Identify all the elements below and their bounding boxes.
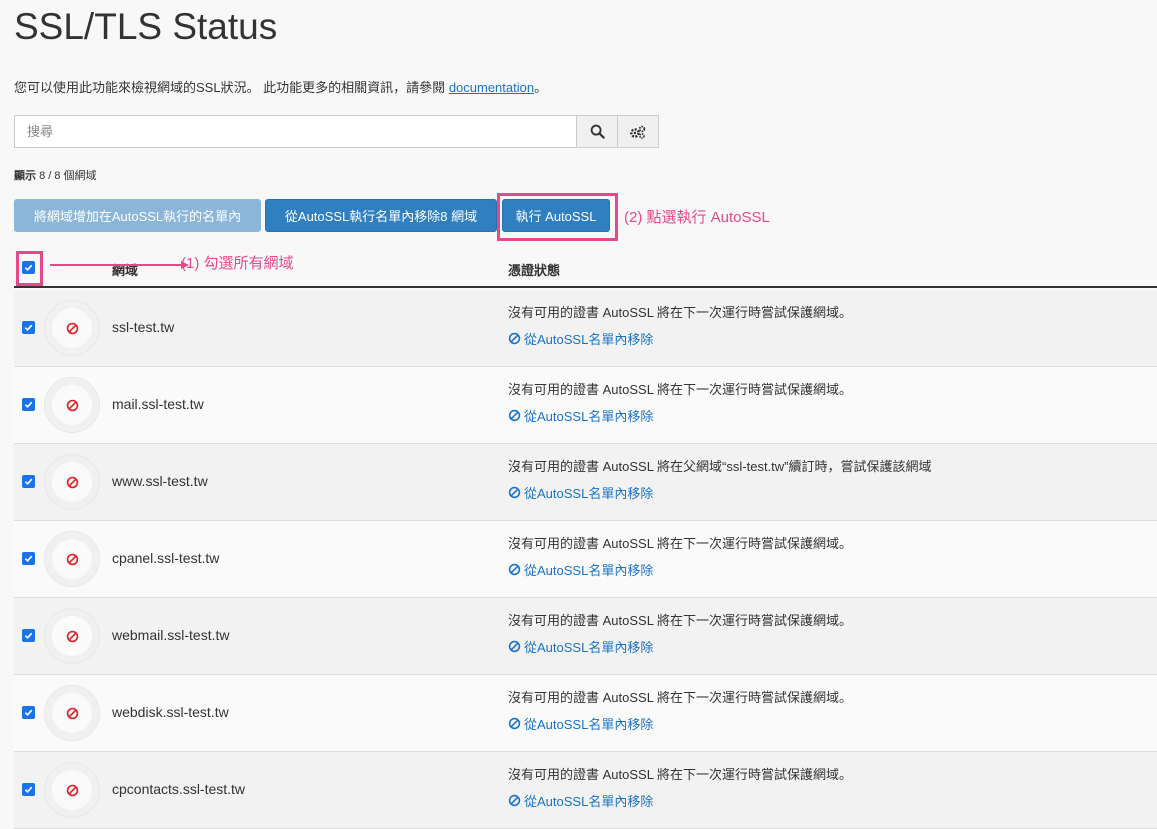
remove-link-label: 從AutoSSL名單內移除 [524,409,654,424]
domain-count: 顯示 8 / 8 個網域 [14,167,97,183]
check-icon [24,555,33,563]
certificate-status: 沒有可用的證書 AutoSSL 將在下一次運行時嘗試保護網域。 [508,382,853,397]
remove-link-label: 從AutoSSL名單內移除 [524,717,654,732]
table-row: cpcontacts.ssl-test.tw 沒有可用的證書 AutoSSL 將在… [14,752,1157,829]
remove-from-autossl-link[interactable]: 從AutoSSL名單內移除 [508,637,653,656]
gears-icon [630,125,646,139]
table-row: mail.ssl-test.tw 沒有可用的證書 AutoSSL 將在下一次運行時… [14,367,1157,444]
remove-from-autossl-link[interactable]: 從AutoSSL名單內移除 [508,329,653,348]
certificate-status: 沒有可用的證書 AutoSSL 將在下一次運行時嘗試保護網域。 [508,305,853,320]
domain-name: cpanel.ssl-test.tw [112,550,220,566]
row-checkbox[interactable] [22,475,35,488]
no-entry-icon [45,609,99,663]
certificate-status: 沒有可用的證書 AutoSSL 將在下一次運行時嘗試保護網域。 [508,767,853,782]
column-status[interactable]: 憑證狀態 [508,260,560,279]
table-row: webdisk.ssl-test.tw 沒有可用的證書 AutoSSL 將在下一次… [14,675,1157,752]
count-value: 8 / 8 個網域 [39,170,97,182]
row-checkbox[interactable] [22,321,35,334]
certificate-status: 沒有可用的證書 AutoSSL 將在下一次運行時嘗試保護網域。 [508,613,853,628]
row-checkbox[interactable] [22,629,35,642]
ban-icon [508,486,521,499]
check-icon [24,632,33,640]
certificate-status: 沒有可用的證書 AutoSSL 將在下一次運行時嘗試保護網域。 [508,690,853,705]
ban-icon [508,794,521,807]
select-all-highlight [16,251,43,286]
no-entry-icon [45,378,99,432]
domain-name: cpcontacts.ssl-test.tw [112,781,246,797]
certificate-status: 沒有可用的證書 AutoSSL 將在下一次運行時嘗試保護網域。 [508,536,853,551]
remove-from-autossl-link[interactable]: 從AutoSSL名單內移除 [508,791,653,810]
domain-table-body: ssl-test.tw 沒有可用的證書 AutoSSL 將在下一次運行時嘗試保護網… [14,290,1157,829]
remove-link-label: 從AutoSSL名單內移除 [524,332,654,347]
annotation-arrow [50,264,181,266]
no-entry-icon [45,301,99,355]
row-checkbox[interactable] [22,706,35,719]
remove-from-autossl-link[interactable]: 從AutoSSL名單內移除 [508,406,653,425]
no-entry-icon [45,532,99,586]
page-description: 您可以使用此功能來檢視網域的SSL狀況。 此功能更多的相關資訊，請參閱 docu… [14,77,547,96]
ban-icon [508,640,521,653]
search-bar [14,115,659,148]
remove-from-autossl-link[interactable]: 從AutoSSL名單內移除 [508,714,653,733]
page-title: SSL/TLS Status [14,6,278,47]
check-icon [24,324,33,332]
ban-icon [508,563,521,576]
remove-link-label: 從AutoSSL名單內移除 [524,486,654,501]
domain-name: mail.ssl-test.tw [112,396,204,412]
documentation-link[interactable]: documentation [449,80,534,95]
ban-icon [508,717,521,730]
remove-link-label: 從AutoSSL名單內移除 [524,794,654,809]
count-label: 顯示 [14,170,36,182]
row-checkbox[interactable] [22,398,35,411]
domain-name: webdisk.ssl-test.tw [112,704,229,720]
description-suffix: 。 [534,80,548,95]
column-domain[interactable]: 網域 [112,260,138,279]
certificate-status: 沒有可用的證書 AutoSSL 將在父網域“ssl-test.tw”續訂時，嘗試… [508,459,932,474]
remove-from-autossl-link[interactable]: 從AutoSSL名單內移除 [508,560,653,579]
no-entry-icon [45,686,99,740]
remove-link-label: 從AutoSSL名單內移除 [524,563,654,578]
ban-icon [508,332,521,345]
row-checkbox[interactable] [22,552,35,565]
domain-name: ssl-test.tw [112,319,175,335]
domain-name: webmail.ssl-test.tw [112,627,230,643]
row-checkbox[interactable] [22,783,35,796]
check-icon [24,786,33,794]
remove-link-label: 從AutoSSL名單內移除 [524,640,654,655]
table-row: www.ssl-test.tw 沒有可用的證書 AutoSSL 將在父網域“ssl… [14,444,1157,521]
annotation-step1: (1) 勾選所有網域 [181,255,294,272]
search-input[interactable] [15,116,576,147]
no-entry-icon [45,455,99,509]
check-icon [24,478,33,486]
domain-name: www.ssl-test.tw [112,473,208,489]
table-row: webmail.ssl-test.tw 沒有可用的證書 AutoSSL 將在下一次… [14,598,1157,675]
settings-button[interactable] [617,116,658,147]
add-to-autossl-button[interactable]: 將網域增加在AutoSSL執行的名單內 [14,199,261,232]
search-button[interactable] [576,116,617,147]
table-row: ssl-test.tw 沒有可用的證書 AutoSSL 將在下一次運行時嘗試保護網… [14,290,1157,367]
search-icon [590,124,605,139]
check-icon [24,401,33,409]
remove-from-autossl-button[interactable]: 從AutoSSL執行名單內移除8 網域 [265,199,497,232]
ban-icon [508,409,521,422]
check-icon [24,709,33,717]
run-autossl-highlight [497,193,618,241]
annotation-step2: (2) 點選執行 AutoSSL [624,209,770,226]
description-text: 您可以使用此功能來檢視網域的SSL狀況。 此功能更多的相關資訊，請參閱 [14,80,446,95]
remove-from-autossl-link[interactable]: 從AutoSSL名單內移除 [508,483,653,502]
table-row: cpanel.ssl-test.tw 沒有可用的證書 AutoSSL 將在下一次運… [14,521,1157,598]
